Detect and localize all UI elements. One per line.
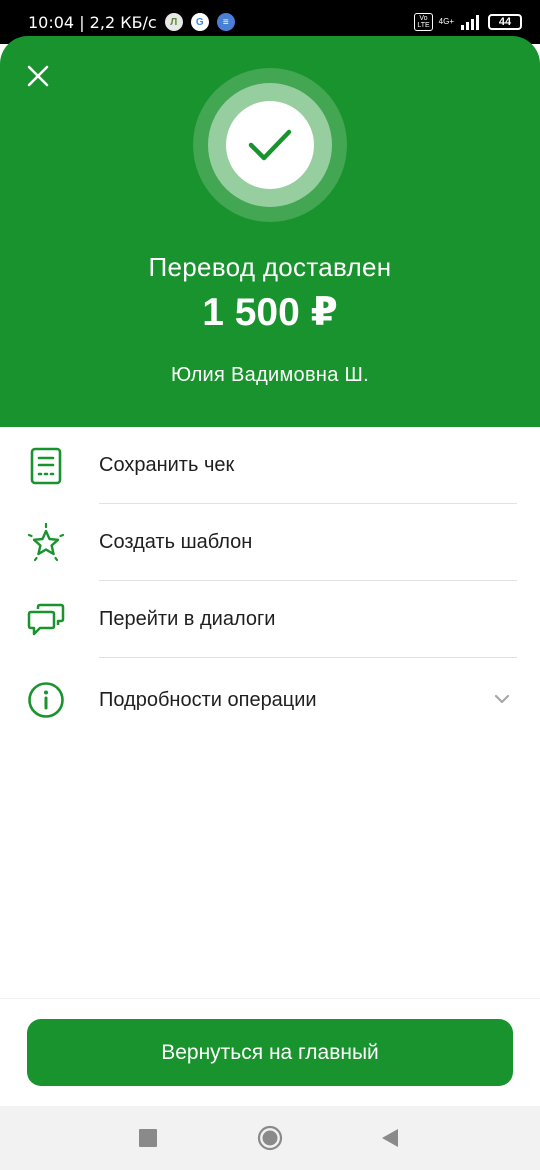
app-notification-icon: Л — [164, 13, 183, 31]
status-time-speed: 10:04 | 2,2 КБ/с — [28, 12, 157, 32]
create-template-label: Создать шаблон — [99, 531, 253, 553]
recipient-name: Юлия Вадимовна Ш. — [170, 364, 370, 386]
receipt-icon — [26, 446, 66, 486]
success-header: Перевод доставлен 1 500 ₽ Юлия Вадимовна… — [0, 36, 540, 427]
create-template-item[interactable]: Создать шаблон — [0, 504, 540, 581]
go-to-dialogs-item[interactable]: Перейти в диалоги — [0, 581, 540, 658]
close-icon — [27, 65, 49, 87]
chevron-down-icon[interactable] — [494, 691, 510, 709]
chat-icon — [26, 600, 66, 640]
home-button[interactable] — [257, 1125, 283, 1151]
return-home-button[interactable]: Вернуться на главный — [27, 1019, 513, 1086]
signal-icon — [461, 15, 479, 30]
battery-icon: 44 — [488, 14, 522, 30]
recent-apps-button[interactable] — [139, 1129, 157, 1147]
info-icon — [26, 680, 66, 720]
square-icon — [139, 1129, 157, 1147]
save-receipt-label: Сохранить чек — [99, 454, 235, 476]
circle-icon — [257, 1125, 283, 1151]
star-icon — [26, 522, 66, 563]
network-type: 4G+ — [438, 17, 454, 26]
checkmark-icon — [248, 129, 292, 161]
operation-details-label: Подробности операции — [99, 688, 317, 711]
google-icon: G — [190, 13, 209, 31]
back-triangle-icon — [382, 1129, 398, 1147]
success-badge — [226, 101, 314, 189]
transfer-amount: 1 500 ₽ — [202, 291, 338, 334]
status-left: 10:04 | 2,2 КБ/с Л G ≡ — [28, 13, 235, 32]
footer-divider — [0, 998, 540, 999]
system-nav-bar — [0, 1106, 540, 1170]
status-right: Vo LTE 4G+ 44 — [414, 13, 522, 31]
message-app-icon: ≡ — [216, 13, 235, 31]
action-list: Сохранить чек Создать шаблон Перейти в д… — [0, 427, 540, 742]
operation-details-item[interactable]: Подробности операции — [0, 658, 540, 742]
transfer-status-title: Перевод доставлен — [148, 252, 392, 282]
save-receipt-item[interactable]: Сохранить чек — [0, 427, 540, 504]
close-button[interactable] — [22, 60, 54, 92]
volte-icon: Vo LTE — [414, 13, 433, 31]
battery-level: 44 — [498, 16, 512, 28]
go-to-dialogs-label: Перейти в диалоги — [99, 608, 276, 630]
back-button[interactable] — [381, 1128, 399, 1148]
